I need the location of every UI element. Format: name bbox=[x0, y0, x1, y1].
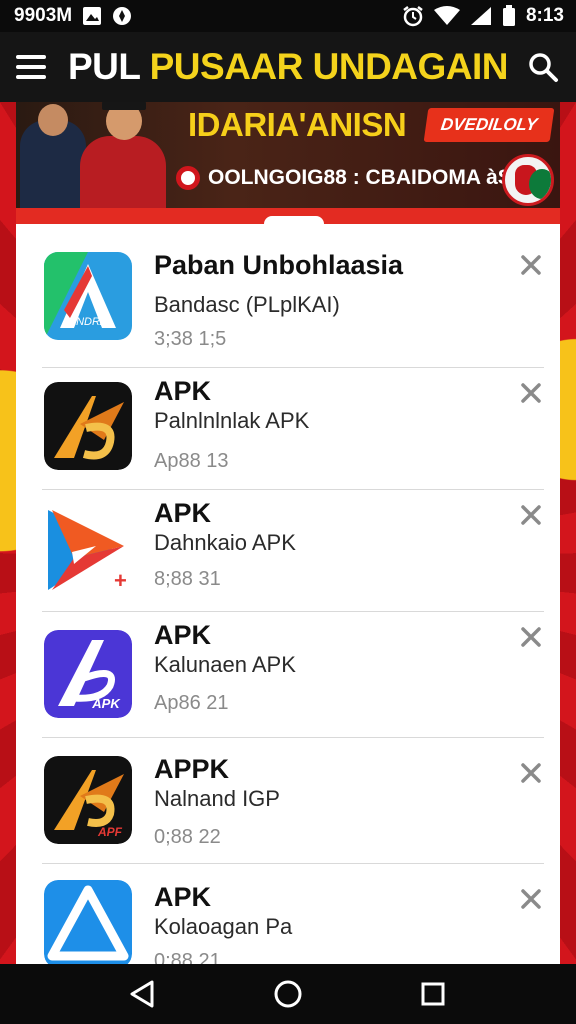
status-time: 8:13 bbox=[525, 5, 564, 26]
navigation-bar bbox=[0, 964, 576, 1024]
blue-green-a-icon: ANDRA bbox=[44, 252, 132, 340]
red-play-icon: + bbox=[44, 506, 132, 594]
blue-triangle-icon bbox=[44, 880, 132, 964]
list-item[interactable]: APK Kolaoagan Pa 0;88 21 bbox=[16, 864, 560, 964]
item-meta: Ap88 13 bbox=[154, 450, 229, 472]
item-title: APK bbox=[154, 882, 212, 912]
recents-icon[interactable] bbox=[416, 977, 450, 1011]
svg-text:+: + bbox=[114, 568, 127, 593]
banner-headline: IDARIA'ANISN bbox=[188, 106, 407, 143]
emblem-icon bbox=[502, 154, 554, 206]
banner-ticker-text: OOLNGOIG88 : CBAIDOMA àS bbox=[208, 166, 512, 189]
item-meta: 8;88 31 bbox=[154, 568, 221, 590]
close-icon[interactable] bbox=[520, 504, 542, 526]
banner-badge: DVEDILOLY bbox=[423, 108, 555, 142]
banner-people-image bbox=[16, 102, 176, 208]
item-subtitle: Kolaoagan Pa bbox=[154, 914, 293, 939]
list-item[interactable]: APF APPK Nalnand IGP 0;88 22 bbox=[16, 738, 560, 864]
banner-ticker: OOLNGOIG88 : CBAIDOMA àS bbox=[176, 158, 512, 198]
svg-text:APK: APK bbox=[91, 696, 121, 711]
close-icon[interactable] bbox=[520, 382, 542, 404]
item-meta: Ap86 21 bbox=[154, 692, 229, 714]
ticker-dot-icon bbox=[176, 166, 200, 190]
app-title-part1: PUL bbox=[68, 46, 140, 87]
orange-a-black-icon bbox=[44, 382, 132, 470]
item-title: APPK bbox=[154, 754, 230, 784]
item-meta: 0;88 22 bbox=[154, 826, 221, 848]
item-subtitle: Nalnand IGP bbox=[154, 786, 280, 811]
gallery-icon bbox=[82, 6, 102, 26]
app-bar: PUL PUSAAR UNDAGAIN bbox=[0, 32, 576, 102]
list-item[interactable]: ANDRA Paban Unbohlaasia Bandasc (PLplKAI… bbox=[16, 224, 560, 368]
close-icon[interactable] bbox=[520, 626, 542, 648]
status-left-text: 9903M bbox=[14, 5, 73, 26]
app-title: PUL PUSAAR UNDAGAIN bbox=[68, 46, 526, 88]
status-bar: 9903M 8:13 bbox=[0, 0, 576, 32]
item-title: Paban Unbohlaasia bbox=[154, 250, 404, 280]
svg-text:ANDRA: ANDRA bbox=[68, 316, 108, 328]
item-subtitle: Palnlnlnlak APK bbox=[154, 408, 310, 433]
item-title: APK bbox=[154, 498, 212, 528]
item-title: APK bbox=[154, 376, 212, 406]
list-item[interactable]: APK Palnlnlnlak APK Ap88 13 bbox=[16, 368, 560, 490]
list-item[interactable]: APK APK Kalunaen APK Ap86 21 bbox=[16, 612, 560, 738]
purple-apk-icon: APK bbox=[44, 630, 132, 718]
app-title-part2: PUSAAR UNDAGAIN bbox=[149, 46, 509, 87]
item-meta: 3;38 1;5 bbox=[154, 328, 227, 350]
list-item[interactable]: + APK Dahnkaio APK 8;88 31 bbox=[16, 490, 560, 612]
battery-icon bbox=[502, 5, 516, 27]
menu-icon[interactable] bbox=[16, 55, 46, 79]
item-title: APK bbox=[154, 620, 212, 650]
item-subtitle: Kalunaen APK bbox=[154, 652, 296, 677]
signal-icon bbox=[470, 6, 492, 26]
item-subtitle: Dahnkaio APK bbox=[154, 530, 296, 555]
app-list: ANDRA Paban Unbohlaasia Bandasc (PLplKAI… bbox=[16, 224, 560, 964]
close-icon[interactable] bbox=[520, 888, 542, 910]
search-icon[interactable] bbox=[526, 50, 560, 84]
notification-icon bbox=[112, 6, 132, 26]
item-subtitle: Bandasc (PLplKAI) bbox=[154, 292, 340, 317]
close-icon[interactable] bbox=[520, 254, 542, 276]
svg-text:APF: APF bbox=[97, 825, 123, 839]
item-meta: 0;88 21 bbox=[154, 950, 221, 964]
wifi-icon bbox=[433, 6, 460, 26]
orange-a-apf-icon: APF bbox=[44, 756, 132, 844]
promo-banner[interactable]: IDARIA'ANISN DVEDILOLY OOLNGOIG88 : CBAI… bbox=[16, 102, 560, 208]
home-icon[interactable] bbox=[271, 977, 305, 1011]
banner-strip bbox=[16, 208, 560, 228]
back-icon[interactable] bbox=[126, 977, 160, 1011]
close-icon[interactable] bbox=[520, 762, 542, 784]
alarm-icon bbox=[402, 5, 424, 27]
